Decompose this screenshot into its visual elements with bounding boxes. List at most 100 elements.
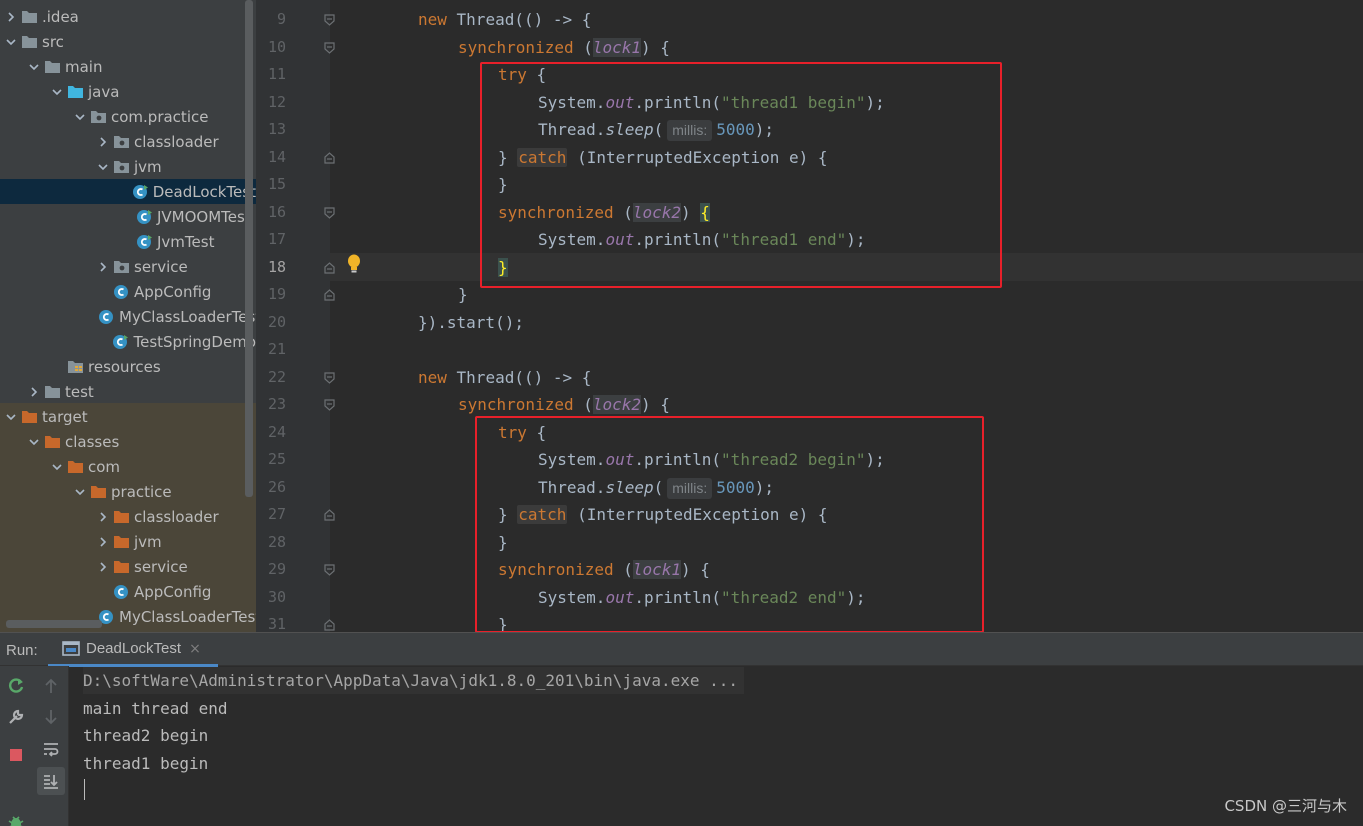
chevron-down-icon[interactable] [4,410,18,424]
tree-item-label: target [42,407,88,426]
tree-item-jvm[interactable]: jvm [0,154,256,179]
lightbulb-icon[interactable] [346,254,362,274]
down-button[interactable] [39,705,63,729]
scroll-to-end-button[interactable] [37,767,65,795]
tree-item-service[interactable]: service [0,254,256,279]
tree-item-com[interactable]: com [0,454,256,479]
code-line[interactable]: }).start(); [418,309,524,337]
tree-item-service[interactable]: service [0,554,256,579]
tree-item-java[interactable]: java [0,79,256,104]
line-number: 23 [267,395,286,413]
tree-item--idea[interactable]: .idea [0,4,256,29]
tree-item-test[interactable]: test [0,379,256,404]
tree-item-label: MyClassLoaderTest [119,607,256,626]
bug-icon [8,816,24,826]
tree-item-classloader[interactable]: classloader [0,129,256,154]
tree-item-practice[interactable]: practice [0,479,256,504]
tree-item-deadlocktest[interactable]: DeadLockTest [0,179,256,204]
tree-item-myclassloadertest[interactable]: MyClassLoaderTest [0,304,256,329]
line-number: 9 [276,10,286,28]
run-tab-deadlocktest[interactable]: DeadLockTest × [48,633,218,667]
stop-button[interactable] [4,743,28,767]
fold-marker-icon[interactable] [324,151,335,164]
code-line[interactable]: synchronized (lock2) { [458,391,670,419]
chevron-down-icon[interactable] [27,435,41,449]
fold-marker-icon[interactable] [324,261,335,274]
code-line[interactable]: new Thread(() -> { [418,6,591,34]
fold-marker-icon[interactable] [324,371,335,384]
chevron-right-icon[interactable] [96,510,110,524]
line-number: 25 [267,450,286,468]
tree-item-classloader[interactable]: classloader [0,504,256,529]
code-line[interactable]: } [458,281,468,309]
close-icon[interactable]: × [189,641,201,657]
code-token: lock1 [592,37,642,57]
watermark: CSDN @三河与木 [1224,797,1347,815]
tree-item-resources[interactable]: resources [0,354,256,379]
run-toolbar [0,666,69,826]
fold-marker-icon[interactable] [324,14,335,26]
tree-item-label: resources [88,357,161,376]
chevron-down-icon[interactable] [27,60,41,74]
annotation-box-thread1 [480,62,1002,288]
chevron-right-icon[interactable] [96,560,110,574]
up-button[interactable] [39,674,63,698]
fold-marker-icon[interactable] [324,399,335,411]
line-number: 17 [267,230,286,248]
chevron-down-icon[interactable] [73,485,87,499]
tree-item-testspringdemo[interactable]: TestSpringDemo [0,329,256,354]
tree-item-src[interactable]: src [0,29,256,54]
tree-item-label: jvm [134,157,162,176]
arrow-down-icon [45,710,57,725]
tree-item-jvm[interactable]: jvm [0,529,256,554]
class-icon [112,584,130,600]
debug-button[interactable] [4,811,28,826]
soft-wrap-button[interactable] [39,737,63,761]
chevron-right-icon[interactable] [4,10,18,24]
fold-marker-icon[interactable] [324,41,335,54]
line-number: 24 [267,422,286,441]
code-line[interactable]: new Thread(() -> { [418,364,591,392]
chevron-down-icon[interactable] [50,85,64,99]
rerun-button[interactable] [4,674,28,698]
tree-item-jvmoomtest[interactable]: JVMOOMTest [0,204,256,229]
project-tree-vertical-scrollbar[interactable] [245,0,253,497]
tree-item-appconfig[interactable]: AppConfig [0,579,256,604]
fold-marker-icon[interactable] [324,619,335,631]
fold-marker-icon[interactable] [324,564,335,576]
tree-item-label: test [65,382,94,401]
fold-marker-icon[interactable] [324,509,335,521]
console-output-line: thread1 begin [83,753,209,773]
code-token: lock2 [592,395,642,414]
tree-item-main[interactable]: main [0,54,256,79]
project-tree-horizontal-scrollbar[interactable] [6,620,102,628]
chevron-right-icon[interactable] [96,135,110,149]
chevron-down-icon[interactable] [96,160,110,174]
console-caret[interactable] [84,779,85,800]
tree-item-appconfig[interactable]: AppConfig [0,279,256,304]
folder-orange-icon [112,559,130,575]
line-number: 14 [267,147,286,166]
tree-item-label: classloader [134,132,219,151]
fold-marker-icon[interactable] [324,289,335,301]
tree-item-label: service [134,257,188,276]
tree-item-com-practice[interactable]: com.practice [0,104,256,129]
chevron-right-icon[interactable] [96,260,110,274]
tree-item-label: classloader [134,507,219,526]
chevron-down-icon[interactable] [50,460,64,474]
folder-resources-icon [66,359,84,375]
line-number: 21 [267,340,286,358]
chevron-right-icon[interactable] [96,535,110,549]
wrench-icon [9,709,24,724]
tree-item-jvmtest[interactable]: JvmTest [0,229,256,254]
tree-item-target[interactable]: target [0,404,256,429]
tree-item-classes[interactable]: classes [0,429,256,454]
chevron-down-icon[interactable] [73,110,87,124]
settings-button[interactable] [4,705,28,729]
chevron-down-icon[interactable] [4,35,18,49]
chevron-right-icon[interactable] [27,385,41,399]
fold-marker-icon[interactable] [324,206,335,219]
code-line[interactable]: synchronized (lock1) { [458,34,670,62]
tree-item-label: com [88,457,121,476]
project-tree: .idea src main java com.practice classloader j… [0,0,256,632]
